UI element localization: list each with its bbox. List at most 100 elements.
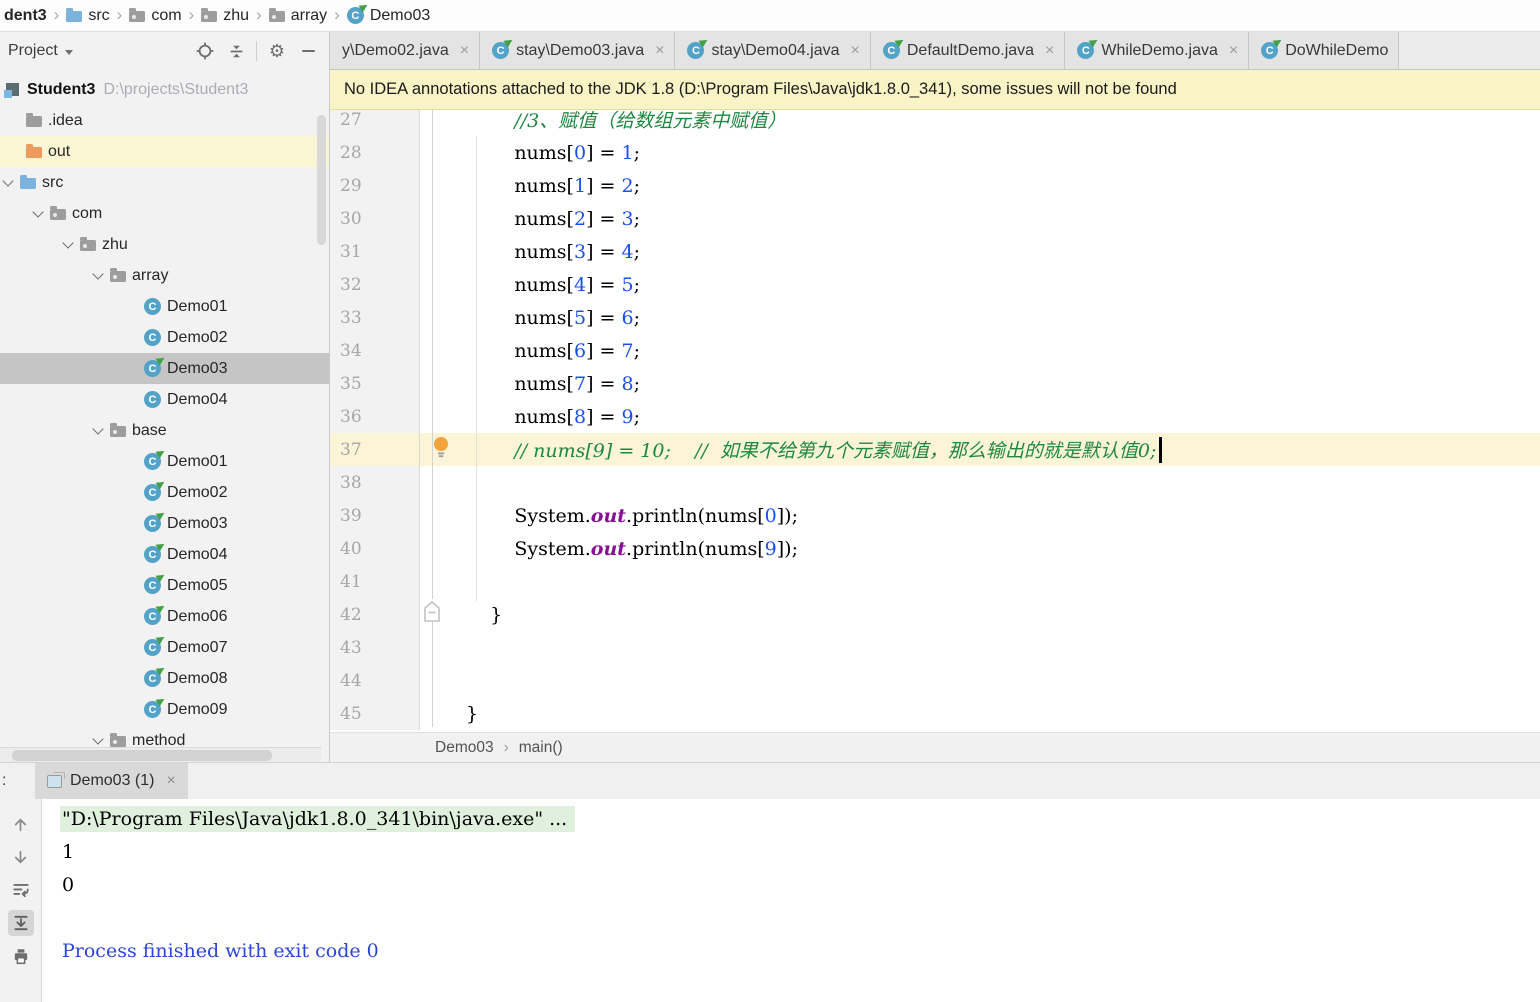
tree-item-idea[interactable]: .idea bbox=[0, 105, 329, 136]
code-line-35[interactable]: 35 nums[7] = 8; bbox=[330, 367, 1540, 400]
close-icon[interactable]: × bbox=[1229, 42, 1238, 60]
code-line-37[interactable]: 37 // nums[9] = 10; // 如果不给第九个元素赋值，那么输出的… bbox=[330, 433, 1540, 466]
code-line-34[interactable]: 34 nums[6] = 7; bbox=[330, 334, 1540, 367]
tree-item-demo01[interactable]: C Demo01 bbox=[0, 446, 329, 477]
breadcrumb-item-com[interactable]: com bbox=[127, 7, 183, 25]
run-overlay-icon bbox=[155, 571, 167, 583]
tree-item-com[interactable]: com bbox=[0, 198, 329, 229]
code-line-28[interactable]: 28 nums[0] = 1; bbox=[330, 136, 1540, 169]
run-tab-demo03[interactable]: Demo03 (1) × bbox=[35, 763, 188, 799]
tree-item-demo03[interactable]: C Demo03 bbox=[0, 508, 329, 539]
code-line-27[interactable]: 27 //3、赋值（给数组元素中赋值） bbox=[330, 110, 1540, 136]
code-line-32[interactable]: 32 nums[4] = 5; bbox=[330, 268, 1540, 301]
locate-file-button[interactable] bbox=[194, 40, 216, 62]
soft-wrap-button[interactable] bbox=[8, 877, 34, 903]
collapse-all-button[interactable] bbox=[225, 40, 247, 62]
code-line-29[interactable]: 29 nums[1] = 2; bbox=[330, 169, 1540, 202]
scrollbar-thumb[interactable] bbox=[12, 750, 272, 761]
close-icon[interactable]: × bbox=[1045, 42, 1054, 60]
tree-item-demo08[interactable]: C Demo08 bbox=[0, 663, 329, 694]
run-overlay-icon bbox=[503, 36, 515, 48]
line-number: 40 bbox=[330, 532, 420, 565]
settings-button[interactable]: ⚙ bbox=[266, 40, 288, 62]
tree-item-out[interactable]: out bbox=[0, 136, 329, 167]
chevron-down-icon[interactable] bbox=[2, 174, 14, 187]
chevron-down-icon[interactable] bbox=[92, 732, 104, 745]
code-text: System. out .println(nums[9]); bbox=[466, 537, 798, 560]
tree-item-demo02[interactable]: C Demo02 bbox=[0, 477, 329, 508]
line-number: 36 bbox=[330, 400, 420, 433]
lightbulb-icon[interactable] bbox=[432, 436, 450, 460]
editor-tab-dowhiledemo[interactable]: C DoWhileDemo bbox=[1249, 32, 1400, 69]
tree-item-demo02[interactable]: C Demo02 bbox=[0, 322, 329, 353]
close-icon[interactable]: × bbox=[655, 42, 664, 60]
code-line-44[interactable]: 44 bbox=[330, 664, 1540, 697]
code-line-30[interactable]: 30 nums[2] = 3; bbox=[330, 202, 1540, 235]
hide-panel-button[interactable] bbox=[297, 40, 319, 62]
breadcrumb-item-src[interactable]: src bbox=[64, 7, 111, 25]
tree-item-student3[interactable]: Student3 D:\projects\Student3 bbox=[0, 74, 329, 105]
tree-item-demo07[interactable]: C Demo07 bbox=[0, 632, 329, 663]
code-editor[interactable]: 27 //3、赋值（给数组元素中赋值） 28 nums[0] = 1; 29 num… bbox=[330, 110, 1540, 732]
close-icon[interactable]: × bbox=[851, 42, 860, 60]
fold-marker-icon[interactable] bbox=[421, 600, 443, 624]
breadcrumb-class[interactable]: Demo03 bbox=[435, 739, 494, 757]
folder-orange-icon bbox=[26, 144, 42, 158]
code-line-43[interactable]: 43 bbox=[330, 631, 1540, 664]
editor-tab-stay-demo04-java[interactable]: Cstay\Demo04.java × bbox=[675, 32, 871, 69]
chevron-down-icon[interactable] bbox=[32, 205, 44, 218]
code-line-42[interactable]: 42 } bbox=[330, 598, 1540, 631]
package-icon bbox=[80, 237, 96, 251]
run-overlay-icon bbox=[698, 36, 710, 48]
folder-blue-icon bbox=[66, 8, 83, 22]
print-button[interactable] bbox=[8, 943, 34, 969]
chevron-down-icon[interactable] bbox=[62, 236, 74, 249]
run-overlay-icon bbox=[155, 633, 167, 645]
editor-tab-stay-demo03-java[interactable]: Cstay\Demo03.java × bbox=[480, 32, 676, 69]
chevron-down-icon[interactable] bbox=[92, 267, 104, 280]
code-line-45[interactable]: 45} bbox=[330, 697, 1540, 730]
code-line-39[interactable]: 39 System. out .println(nums[0]); bbox=[330, 499, 1540, 532]
breadcrumb-item-zhu[interactable]: zhu bbox=[199, 7, 251, 25]
editor-tab-y-demo02-java[interactable]: y\Demo02.java × bbox=[330, 32, 481, 69]
tree-item-demo01[interactable]: C Demo01 bbox=[0, 291, 329, 322]
breadcrumb-item-dent3[interactable]: dent3 bbox=[2, 7, 49, 25]
tree-item-demo06[interactable]: C Demo06 bbox=[0, 601, 329, 632]
code-text: System. out .println(nums[0]); bbox=[466, 504, 798, 527]
close-icon[interactable]: × bbox=[166, 772, 175, 790]
breadcrumb-method[interactable]: main() bbox=[519, 739, 563, 757]
code-line-36[interactable]: 36 nums[8] = 9; bbox=[330, 400, 1540, 433]
tree-item-demo04[interactable]: C Demo04 bbox=[0, 539, 329, 570]
tree-item-base[interactable]: base bbox=[0, 415, 329, 446]
breadcrumb-item-demo03[interactable]: C Demo03 bbox=[345, 1, 432, 25]
code-line-31[interactable]: 31 nums[3] = 4; bbox=[330, 235, 1540, 268]
code-line-40[interactable]: 40 System. out .println(nums[9]); bbox=[330, 532, 1540, 565]
code-line-38[interactable]: 38 bbox=[330, 466, 1540, 499]
code-line-41[interactable]: 41 bbox=[330, 565, 1540, 598]
console-icon bbox=[47, 771, 65, 788]
scroll-up-button[interactable] bbox=[8, 811, 34, 837]
scroll-down-button[interactable] bbox=[8, 844, 34, 870]
project-vertical-scrollbar[interactable] bbox=[317, 115, 326, 245]
editor-tab-whiledemo-java[interactable]: C WhileDemo.java × bbox=[1065, 32, 1250, 69]
tree-item-demo05[interactable]: C Demo05 bbox=[0, 570, 329, 601]
close-icon[interactable]: × bbox=[460, 42, 469, 60]
code-line-33[interactable]: 33 nums[5] = 6; bbox=[330, 301, 1540, 334]
project-panel-title[interactable]: Project bbox=[8, 42, 58, 60]
tree-item-array[interactable]: array bbox=[0, 260, 329, 291]
console-output[interactable]: "D:\Program Files\Java\jdk1.8.0_341\bin\… bbox=[42, 799, 1540, 1002]
breadcrumb-item-array[interactable]: array bbox=[267, 7, 329, 25]
editor-tab-defaultdemo-java[interactable]: C DefaultDemo.java × bbox=[870, 32, 1066, 69]
banner-text: No IDEA annotations attached to the JDK … bbox=[344, 80, 1177, 98]
package-icon bbox=[110, 423, 126, 437]
project-horizontal-scrollbar[interactable] bbox=[0, 747, 321, 762]
tree-item-zhu[interactable]: zhu bbox=[0, 229, 329, 260]
class-run-icon: C bbox=[1077, 36, 1100, 59]
code-text: nums[7] = 8; bbox=[466, 372, 640, 395]
tree-item-src[interactable]: src bbox=[0, 167, 329, 198]
chevron-down-icon[interactable] bbox=[92, 422, 104, 435]
tree-item-demo03[interactable]: C Demo03 bbox=[0, 353, 329, 384]
tree-item-demo09[interactable]: C Demo09 bbox=[0, 694, 329, 725]
tree-item-demo04[interactable]: C Demo04 bbox=[0, 384, 329, 415]
scroll-to-end-button[interactable] bbox=[7, 910, 34, 936]
